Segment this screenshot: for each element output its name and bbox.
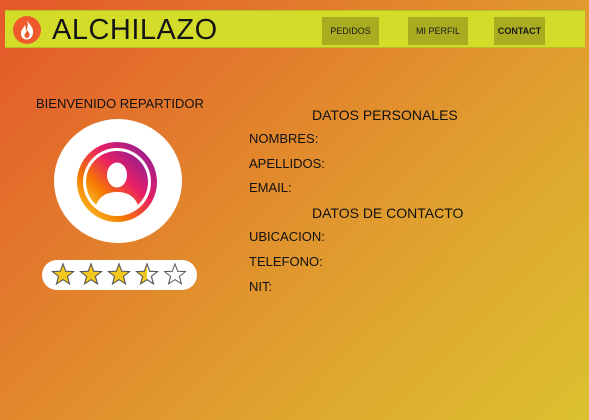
star-icon[interactable] [135,262,159,286]
email-label: EMAIL: [249,180,292,195]
top-navbar: ALCHILAZO PEDIDOS MI PERFIL CONTACT [5,10,585,48]
star-icon[interactable] [163,262,187,286]
user-avatar-icon[interactable] [76,141,158,223]
ubicacion-label: UBICACION: [249,229,325,244]
nav-mi-perfil-button[interactable]: MI PERFIL [408,17,468,45]
apellidos-label: APELLIDOS: [249,156,325,171]
star-icon[interactable] [79,262,103,286]
fire-logo-icon [13,16,41,44]
brand-title: ALCHILAZO [52,14,218,46]
nav-contact-button[interactable]: CONTACT [494,17,545,45]
personal-data-title: DATOS PERSONALES [312,107,458,123]
contact-data-title: DATOS DE CONTACTO [312,205,464,221]
star-icon[interactable] [107,262,131,286]
nit-label: NIT: [249,279,273,294]
nombres-label: NOMBRES: [249,131,319,146]
nav-pedidos-button[interactable]: PEDIDOS [322,17,379,45]
rating-stars [42,260,197,290]
welcome-heading: BIENVENIDO REPARTIDOR [36,96,204,111]
star-icon[interactable] [51,262,75,286]
telefono-label: TELEFONO: [249,254,323,269]
